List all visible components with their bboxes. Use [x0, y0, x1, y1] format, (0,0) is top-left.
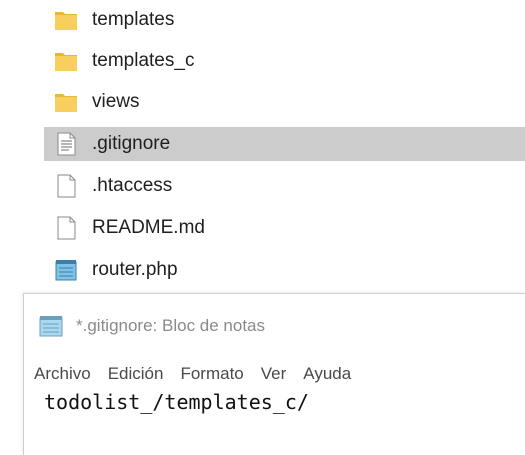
- file-row-templates[interactable]: templates: [44, 3, 525, 37]
- blank-file-icon: [57, 216, 76, 240]
- file-row-views[interactable]: views: [44, 85, 525, 119]
- folder-icon: [55, 53, 77, 71]
- file-row-htaccess[interactable]: .htaccess: [44, 169, 525, 203]
- menu-formato[interactable]: Formato: [180, 360, 243, 388]
- blank-file-icon: [57, 174, 76, 198]
- file-row-gitignore[interactable]: .gitignore: [44, 127, 525, 161]
- file-list: templates templates_c views .gitignore .…: [0, 0, 525, 293]
- window-title: *.gitignore: Bloc de notas: [76, 316, 266, 335]
- notepad-title-bar[interactable]: *.gitignore: Bloc de notas: [24, 294, 525, 358]
- text-document-icon: [57, 132, 76, 156]
- menu-ver[interactable]: Ver: [261, 360, 287, 388]
- menu-edicion[interactable]: Edición: [108, 360, 164, 388]
- file-name: README.md: [92, 217, 205, 238]
- file-row-templates-c[interactable]: templates_c: [44, 44, 525, 78]
- file-row-router-php[interactable]: router.php: [44, 253, 525, 287]
- menu-bar: Archivo Edición Formato Ver Ayuda: [34, 360, 368, 388]
- folder-icon: [55, 12, 77, 30]
- file-row-readme[interactable]: README.md: [44, 211, 525, 245]
- folder-icon: [55, 94, 77, 112]
- file-name: templates_c: [92, 50, 195, 71]
- file-name: templates: [92, 9, 175, 30]
- file-name: .htaccess: [92, 175, 173, 196]
- text-editor-content[interactable]: todolist_/templates_c/: [44, 390, 524, 414]
- file-name: .gitignore: [92, 133, 171, 154]
- file-name: router.php: [92, 259, 178, 280]
- notepad-file-icon: [55, 260, 77, 281]
- menu-ayuda[interactable]: Ayuda: [303, 360, 351, 388]
- notepad-window[interactable]: *.gitignore: Bloc de notas Archivo Edici…: [23, 293, 525, 455]
- file-name: views: [92, 91, 140, 112]
- notepad-app-icon: [39, 316, 63, 337]
- menu-archivo[interactable]: Archivo: [34, 360, 91, 388]
